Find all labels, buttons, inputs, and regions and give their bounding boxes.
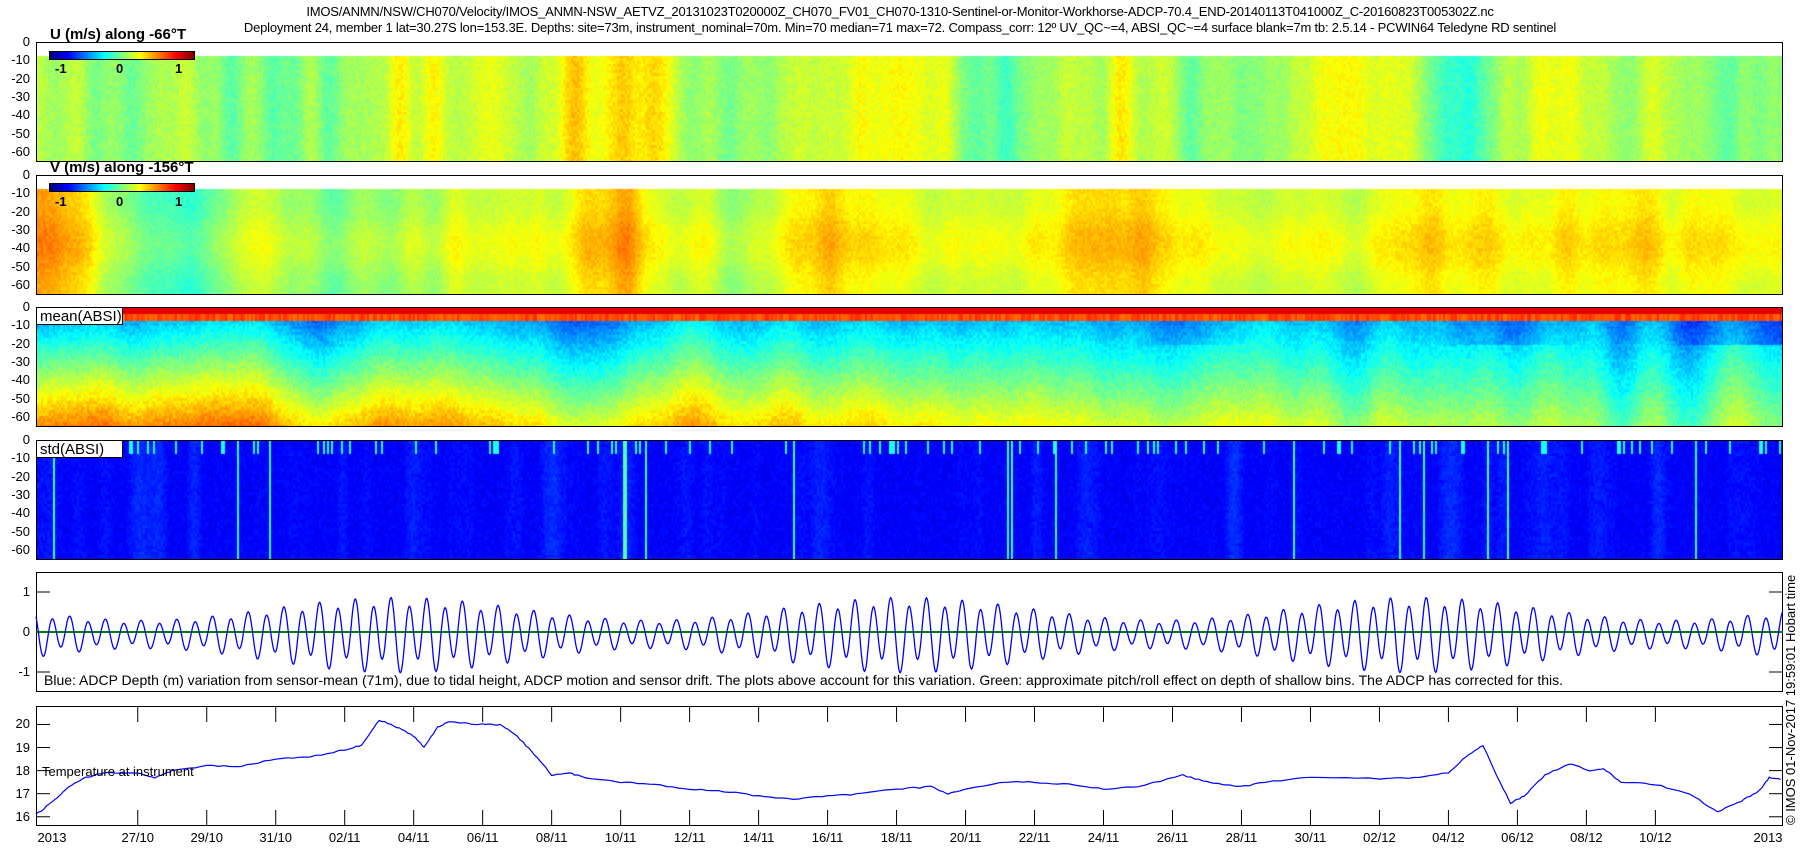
depth-ytick-label: 0 [22,624,30,639]
depth-tick-label: -60 [11,276,30,292]
temp-ytick-label: 20 [15,716,30,732]
depth-tick-label: -40 [11,240,30,256]
depth-ytick-label: -1 [18,664,30,679]
x-tick-label: 04/12 [1432,830,1465,845]
x-tick-label: 18/11 [880,830,913,845]
depth-tick-label: -40 [11,505,30,521]
depth-tick-label: -50 [11,258,30,274]
depth-ytick-label: 1 [22,584,30,599]
x-year-left: 2013 [37,830,67,845]
depth-tick-label: -40 [11,107,30,123]
x-tick-label: 30/11 [1294,830,1327,845]
depth-tick-label: -10 [11,450,30,466]
depth-tick-label: -30 [11,221,30,237]
depth-tick-label: -50 [11,523,30,539]
temperature-label: Temperature at instrument [42,764,194,779]
depth-tick-label: -60 [11,541,30,557]
temp-ytick-label: 17 [15,785,30,801]
x-tick-label: 08/11 [535,830,568,845]
depth-tick-label: 0 [22,167,30,182]
depth-tick-label: -10 [11,317,30,333]
x-tick-label: 24/11 [1087,830,1120,845]
depth-tick-label: -60 [11,408,30,424]
x-tick-label: 29/10 [190,830,223,845]
x-tick-label: 28/11 [1225,830,1258,845]
depth-tick-label: -20 [11,468,30,484]
temp-ytick-label: 18 [15,762,30,778]
x-year-right: 2013 [1753,830,1783,845]
x-tick-label: 02/11 [328,830,361,845]
depth-tick-label: -60 [11,143,30,159]
depth-variation-line [35,596,1784,674]
depth-tick-label: 0 [22,34,30,49]
x-tick-label: 02/12 [1363,830,1396,845]
x-tick-label: 26/11 [1156,830,1189,845]
depth-panel-note: Blue: ADCP Depth (m) variation from sens… [44,672,1563,688]
x-tick-label: 06/12 [1501,830,1534,845]
temp-ytick-label: 16 [15,808,30,824]
depth-tick-label: -10 [11,185,30,201]
x-tick-label: 08/12 [1570,830,1603,845]
x-tick-label: 12/11 [673,830,706,845]
x-tick-label: 27/10 [121,830,155,845]
x-tick-label: 10/11 [604,830,637,845]
depth-tick-label: -20 [11,203,30,219]
x-tick-label: 06/11 [466,830,499,845]
temperature-line [35,719,1781,815]
depth-tick-label: -50 [11,390,30,406]
x-tick-label: 20/11 [949,830,982,845]
depth-tick-label: -30 [11,486,30,502]
depth-tick-label: -30 [11,353,30,369]
depth-tick-label: -20 [11,70,30,86]
x-tick-label: 14/11 [742,830,775,845]
line-plots-overlay [35,591,1784,826]
credit-text: © IMOS 01-Nov-2017 19:59:01 Hobart time [1783,574,1798,825]
depth-tick-label: 0 [22,432,30,447]
depth-tick-label: -50 [11,125,30,141]
depth-tick-label: 0 [22,299,30,314]
depth-tick-label: -10 [11,52,30,68]
x-tick-label: 31/10 [259,830,292,845]
depth-tick-label: -40 [11,372,30,388]
depth-tick-label: -20 [11,335,30,351]
x-tick-label: 10/12 [1639,830,1672,845]
depth-tick-label: -30 [11,88,30,104]
x-tick-label: 16/11 [811,830,844,845]
temp-ytick-label: 19 [15,739,30,755]
x-tick-label: 22/11 [1018,830,1051,845]
x-tick-label: 04/11 [397,830,430,845]
